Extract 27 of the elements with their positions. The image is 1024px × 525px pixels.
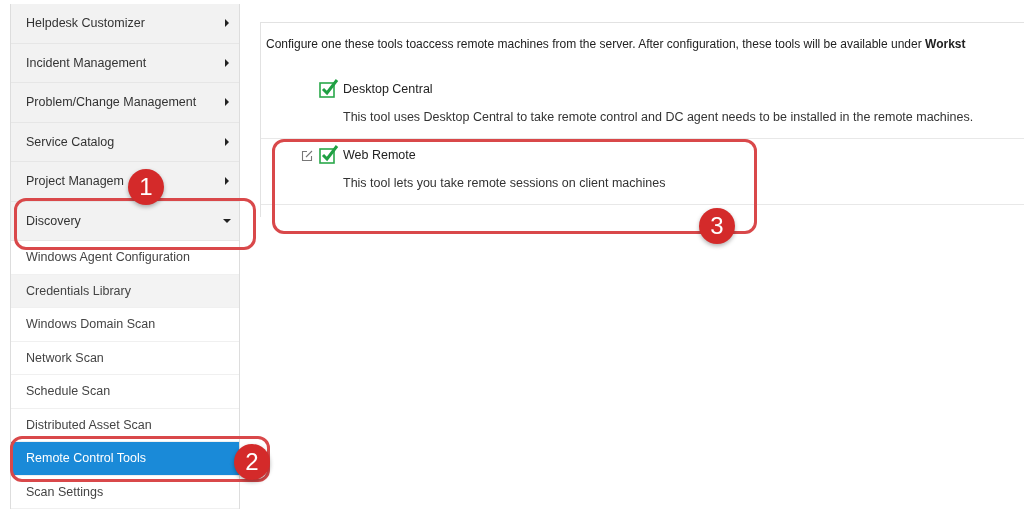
menu-item[interactable]: Incident Management — [11, 43, 239, 83]
submenu-item[interactable]: Credentials Library — [11, 274, 239, 308]
caret-icon — [223, 98, 231, 107]
submenu-item[interactable]: Schedule Scan — [11, 375, 239, 409]
menu-item[interactable]: Discovery — [11, 201, 239, 241]
submenu-item[interactable]: Scan Settings — [11, 475, 239, 509]
menu-item[interactable]: Problem/Change Management — [11, 83, 239, 123]
submenu-item[interactable]: Network Scan — [11, 341, 239, 375]
tool-name: Web Remote — [343, 148, 417, 162]
intro-text: Configure one these tools toaccess remote machines from the server. After configuration, these tools will be available under Workst — [266, 37, 967, 51]
caret-icon — [223, 137, 231, 146]
submenu-item[interactable]: Windows Domain Scan — [11, 308, 239, 342]
submenu-item[interactable]: Remote Control Tools — [11, 442, 239, 476]
caret-icon — [223, 216, 231, 225]
checkbox[interactable] — [319, 145, 339, 165]
checkbox[interactable] — [319, 79, 339, 99]
menu-item[interactable]: Service Catalog — [11, 122, 239, 162]
tool-name: Desktop Central — [343, 82, 434, 96]
menu-item[interactable]: Helpdesk Customizer — [11, 4, 239, 44]
step-number-tooltip: 3 — [699, 208, 735, 244]
submenu-item[interactable]: Windows Agent Configuration — [11, 241, 239, 275]
caret-icon — [223, 177, 231, 186]
tool-description: This tool uses Desktop Central to take remote control and DC agent needs to be installed in the remote machines. — [343, 110, 974, 124]
tool-description: This tool lets you take remote sessions on client machines — [343, 176, 666, 190]
caret-icon — [223, 58, 231, 67]
edit-icon[interactable] — [301, 150, 313, 162]
caret-icon — [223, 19, 231, 28]
